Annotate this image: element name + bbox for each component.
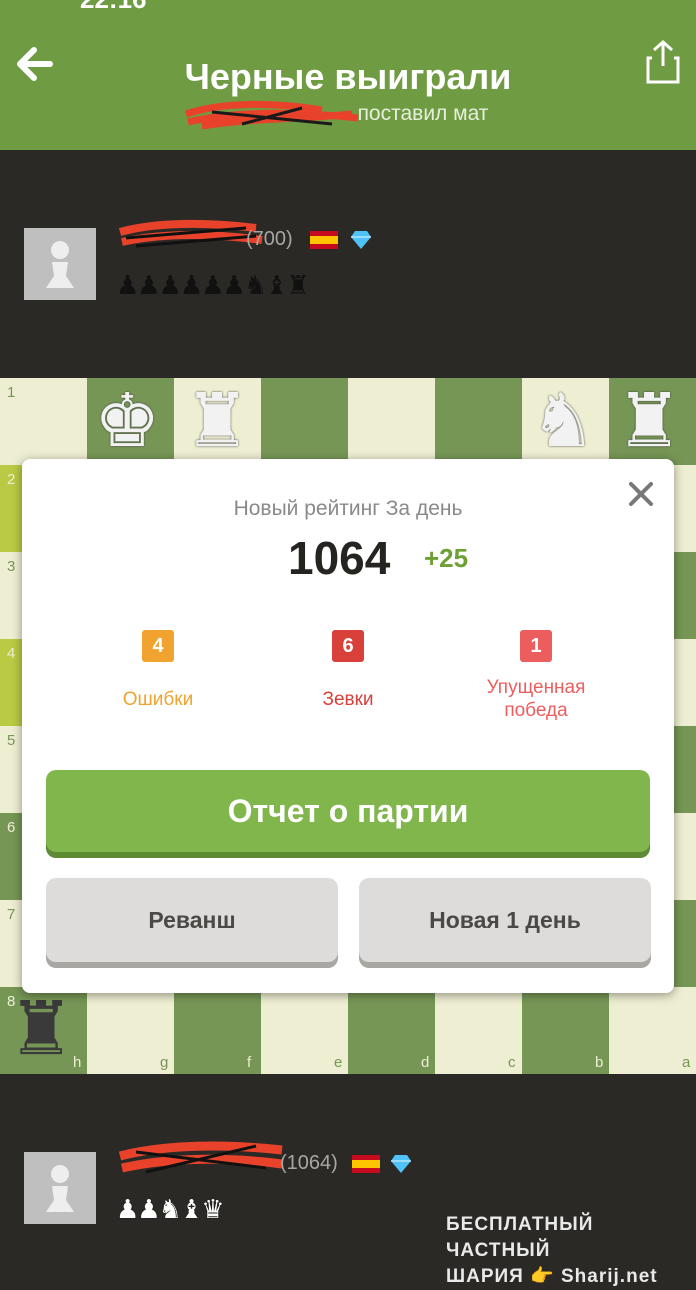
captured-pieces: ♟♟♞♝♛ [116, 1194, 225, 1224]
file-label: g [160, 1054, 169, 1071]
my-rating: (1064) [280, 1152, 338, 1174]
missed-win-count: 1 [520, 630, 552, 662]
redaction-scribble [184, 100, 359, 130]
watermark-line2: ШАРИЯ 👉 Sharij.net [446, 1266, 658, 1287]
rank-label: 1 [7, 384, 16, 401]
diamond-icon [391, 1155, 411, 1173]
rank-label: 6 [7, 819, 16, 836]
status-time: 22:16 [80, 0, 147, 15]
blunders-label: Зевки [322, 689, 374, 710]
stat-blunders[interactable]: 6 Зевки [258, 630, 438, 711]
board-square[interactable] [435, 378, 522, 465]
opponent-rating: (700) [246, 228, 293, 250]
file-label: c [508, 1054, 516, 1071]
stat-missed-win[interactable]: 1 Упущенная победа [446, 630, 626, 722]
rank-label: 2 [7, 471, 16, 488]
new-rating-caption: Новый рейтинг За день [233, 497, 463, 520]
rank-label: 7 [7, 906, 16, 923]
game-report-button[interactable]: Отчет о партии [46, 770, 650, 852]
mistakes-label: Ошибки [122, 689, 194, 710]
my-avatar [24, 1152, 96, 1224]
rank-label: 8 [7, 993, 16, 1010]
blunders-count: 6 [332, 630, 364, 662]
page-title: Черные выиграли [184, 56, 512, 97]
new-game-button[interactable]: Новая 1 день [359, 878, 651, 962]
stat-mistakes[interactable]: 4 Ошибки [68, 630, 248, 711]
rank-label: 3 [7, 558, 16, 575]
file-label: e [334, 1054, 343, 1071]
white-knight[interactable]: ♞ [530, 384, 596, 458]
mistakes-count: 4 [142, 630, 174, 662]
game-over-modal: Новый рейтинг За день 1064 +25 4 Ошибки … [22, 459, 674, 993]
diamond-icon [351, 231, 371, 249]
file-label: a [682, 1054, 691, 1071]
black-rook[interactable]: ♜ [8, 992, 74, 1066]
white-rook[interactable]: ♜ [616, 384, 682, 458]
white-rook[interactable]: ♜ [184, 384, 250, 458]
missed-win-label: Упущенная победа [486, 677, 586, 721]
result-reason: поставил мат [357, 102, 489, 125]
spain-flag [310, 231, 338, 249]
share-icon[interactable] [646, 39, 680, 84]
rematch-button[interactable]: Реванш [46, 878, 338, 962]
file-label: b [595, 1054, 604, 1071]
watermark-line1: БЕСПЛАТНЫЙ ЧАСТНЫЙ [446, 1214, 594, 1261]
rank-label: 5 [7, 732, 16, 749]
file-label: h [73, 1054, 82, 1071]
file-label: f [247, 1054, 252, 1071]
board-square[interactable] [261, 378, 348, 465]
board-square[interactable] [348, 378, 435, 465]
rating-change: +25 [424, 543, 469, 573]
header-bar: 22:16 Черные выиграли поставил мат [0, 0, 696, 150]
file-label: d [421, 1054, 430, 1071]
rating-value: 1064 [288, 532, 391, 584]
spain-flag [352, 1155, 380, 1173]
redaction-scribble [118, 219, 263, 248]
opponent-avatar [24, 228, 96, 300]
captured-pieces: ♟♟♟♟♟♟♞♝♜ [116, 270, 310, 300]
white-king[interactable]: ♚ [94, 384, 160, 458]
redaction-scribble [118, 1141, 283, 1174]
watermark: БЕСПЛАТНЫЙ ЧАСТНЫЙ ШАРИЯ 👉 Sharij.net [446, 1212, 696, 1290]
rank-label: 4 [7, 645, 16, 662]
